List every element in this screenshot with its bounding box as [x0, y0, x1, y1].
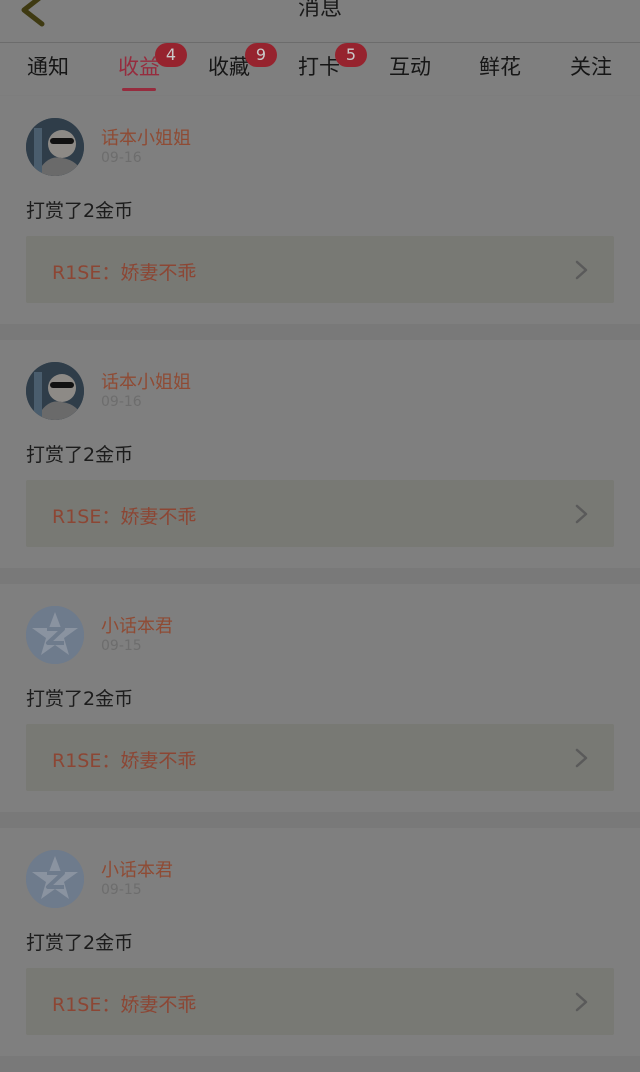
divider: [0, 812, 640, 828]
timestamp: 09-16: [101, 394, 142, 410]
avatar[interactable]: [26, 118, 84, 176]
chevron-right-icon: [575, 504, 588, 524]
tab-label: 打卡: [298, 55, 340, 79]
username[interactable]: 话本小姐姐: [101, 368, 191, 394]
message-text: 打赏了2金币: [26, 444, 134, 466]
avatar[interactable]: [26, 362, 84, 420]
username[interactable]: 小话本君: [101, 612, 173, 638]
story-title: R1SE：娇妻不乖: [52, 750, 197, 772]
tab-badge: 9: [245, 43, 277, 67]
chevron-right-icon: [575, 260, 588, 280]
timestamp: 09-15: [101, 638, 142, 654]
timestamp: 09-16: [101, 150, 142, 166]
divider: [0, 1056, 640, 1072]
star-z-avatar-icon: [26, 606, 84, 664]
user-photo-icon: [26, 362, 84, 420]
tab-checkin[interactable]: 打卡 5: [274, 43, 367, 91]
story-link[interactable]: R1SE：娇妻不乖: [26, 724, 614, 791]
divider: [0, 324, 640, 340]
tab-favorites[interactable]: 收藏 9: [184, 43, 277, 91]
story-link[interactable]: R1SE：娇妻不乖: [26, 236, 614, 303]
story-title: R1SE：娇妻不乖: [52, 262, 197, 284]
tab-label: 收藏: [208, 55, 250, 79]
avatar[interactable]: [26, 850, 84, 908]
message-text: 打赏了2金币: [26, 932, 134, 954]
list-item: 话本小姐姐 09-16 打赏了2金币 R1SE：娇妻不乖: [0, 96, 640, 324]
divider: [0, 568, 640, 584]
list-item: 小话本君 09-15 打赏了2金币 R1SE：娇妻不乖: [0, 584, 640, 812]
tab-label: 关注: [570, 55, 612, 79]
star-z-avatar-icon: [26, 850, 84, 908]
tab-flowers[interactable]: 鲜花: [455, 51, 545, 91]
tab-badge: 4: [155, 43, 187, 67]
story-link[interactable]: R1SE：娇妻不乖: [26, 480, 614, 547]
nav-bar: 消息: [0, 0, 640, 43]
tab-label: 鲜花: [479, 55, 521, 79]
tab-label: 互动: [389, 55, 431, 79]
username[interactable]: 小话本君: [101, 856, 173, 882]
tab-notice[interactable]: 通知: [3, 51, 93, 91]
tab-label: 收益: [118, 55, 160, 79]
tab-bar: 通知 收益 4 收藏 9 打卡 5 互动 鲜花 关注: [0, 43, 640, 95]
tab-interaction[interactable]: 互动: [365, 51, 455, 91]
story-link[interactable]: R1SE：娇妻不乖: [26, 968, 614, 1035]
chevron-right-icon: [575, 992, 588, 1012]
tab-label: 通知: [27, 55, 69, 79]
list-item: 话本小姐姐 09-16 打赏了2金币 R1SE：娇妻不乖: [0, 340, 640, 568]
list-item: 小话本君 09-15 打赏了2金币 R1SE：娇妻不乖: [0, 828, 640, 1056]
message-text: 打赏了2金币: [26, 200, 134, 222]
story-title: R1SE：娇妻不乖: [52, 994, 197, 1016]
tab-earnings[interactable]: 收益 4: [94, 43, 187, 91]
page-title: 消息: [297, 0, 342, 21]
message-text: 打赏了2金币: [26, 688, 134, 710]
avatar[interactable]: [26, 606, 84, 664]
user-photo-icon: [26, 118, 84, 176]
tab-badge: 5: [335, 43, 367, 67]
username[interactable]: 话本小姐姐: [101, 124, 191, 150]
tab-following[interactable]: 关注: [546, 51, 636, 91]
timestamp: 09-15: [101, 882, 142, 898]
story-title: R1SE：娇妻不乖: [52, 506, 197, 528]
chevron-right-icon: [575, 748, 588, 768]
active-tab-indicator: [122, 88, 156, 91]
